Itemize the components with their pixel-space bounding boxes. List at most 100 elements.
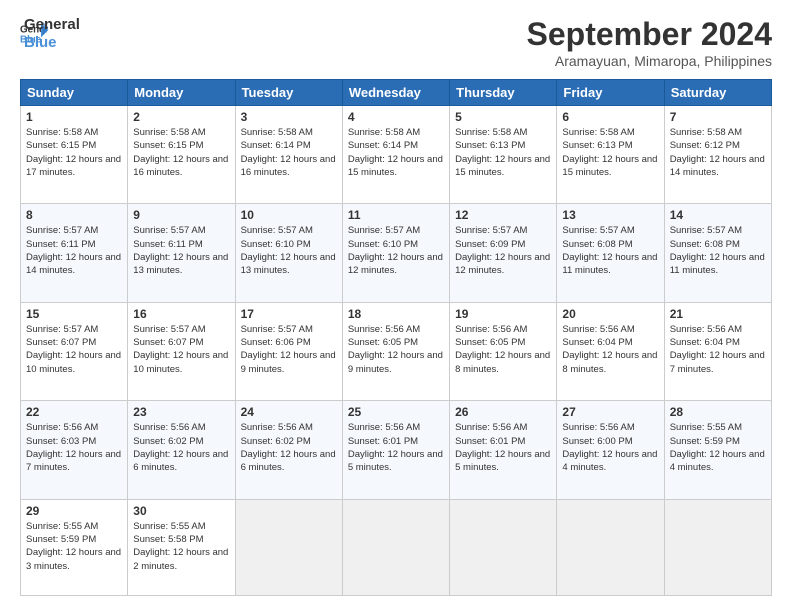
day-info: Sunrise: 5:58 AMSunset: 6:12 PMDaylight:… [670, 126, 766, 179]
calendar-cell: 16 Sunrise: 5:57 AMSunset: 6:07 PMDayligh… [128, 302, 235, 400]
calendar-cell [450, 499, 557, 595]
month-title: September 2024 [527, 16, 772, 53]
calendar-cell: 11 Sunrise: 5:57 AMSunset: 6:10 PMDayligh… [342, 204, 449, 302]
day-info: Sunrise: 5:55 AMSunset: 5:58 PMDaylight:… [133, 520, 229, 573]
calendar-cell: 3 Sunrise: 5:58 AMSunset: 6:14 PMDaylight… [235, 106, 342, 204]
day-info: Sunrise: 5:56 AMSunset: 6:02 PMDaylight:… [133, 421, 229, 474]
calendar-cell: 19 Sunrise: 5:56 AMSunset: 6:05 PMDayligh… [450, 302, 557, 400]
calendar-cell: 28 Sunrise: 5:55 AMSunset: 5:59 PMDayligh… [664, 401, 771, 499]
day-info: Sunrise: 5:56 AMSunset: 6:05 PMDaylight:… [455, 323, 551, 376]
day-number: 16 [133, 307, 229, 321]
day-info: Sunrise: 5:56 AMSunset: 6:04 PMDaylight:… [670, 323, 766, 376]
day-number: 8 [26, 208, 122, 222]
day-number: 17 [241, 307, 337, 321]
day-number: 2 [133, 110, 229, 124]
logo-blue: Blue [24, 34, 80, 52]
logo: General Blue General Blue [20, 16, 80, 52]
day-number: 19 [455, 307, 551, 321]
day-info: Sunrise: 5:58 AMSunset: 6:13 PMDaylight:… [562, 126, 658, 179]
day-number: 28 [670, 405, 766, 419]
calendar-cell: 7 Sunrise: 5:58 AMSunset: 6:12 PMDaylight… [664, 106, 771, 204]
day-number: 10 [241, 208, 337, 222]
calendar-cell: 15 Sunrise: 5:57 AMSunset: 6:07 PMDayligh… [21, 302, 128, 400]
day-number: 14 [670, 208, 766, 222]
day-number: 12 [455, 208, 551, 222]
day-info: Sunrise: 5:55 AMSunset: 5:59 PMDaylight:… [670, 421, 766, 474]
day-info: Sunrise: 5:58 AMSunset: 6:15 PMDaylight:… [26, 126, 122, 179]
day-number: 3 [241, 110, 337, 124]
calendar-cell [342, 499, 449, 595]
calendar-cell: 18 Sunrise: 5:56 AMSunset: 6:05 PMDayligh… [342, 302, 449, 400]
calendar-cell: 21Sunrise: 5:56 AMSunset: 6:04 PMDayligh… [664, 302, 771, 400]
page: General Blue General Blue September 2024… [0, 0, 792, 612]
calendar-cell: 13Sunrise: 5:57 AMSunset: 6:08 PMDayligh… [557, 204, 664, 302]
day-info: Sunrise: 5:57 AMSunset: 6:11 PMDaylight:… [133, 224, 229, 277]
day-number: 6 [562, 110, 658, 124]
day-number: 7 [670, 110, 766, 124]
day-number: 24 [241, 405, 337, 419]
calendar-cell: 30 Sunrise: 5:55 AMSunset: 5:58 PMDayligh… [128, 499, 235, 595]
calendar-cell [664, 499, 771, 595]
day-info: Sunrise: 5:56 AMSunset: 6:00 PMDaylight:… [562, 421, 658, 474]
day-info: Sunrise: 5:57 AMSunset: 6:10 PMDaylight:… [348, 224, 444, 277]
day-info: Sunrise: 5:57 AMSunset: 6:11 PMDaylight:… [26, 224, 122, 277]
calendar-cell: 27 Sunrise: 5:56 AMSunset: 6:00 PMDayligh… [557, 401, 664, 499]
day-number: 26 [455, 405, 551, 419]
day-number: 30 [133, 504, 229, 518]
day-info: Sunrise: 5:56 AMSunset: 6:01 PMDaylight:… [348, 421, 444, 474]
day-info: Sunrise: 5:57 AMSunset: 6:06 PMDaylight:… [241, 323, 337, 376]
day-number: 11 [348, 208, 444, 222]
day-number: 1 [26, 110, 122, 124]
day-info: Sunrise: 5:58 AMSunset: 6:13 PMDaylight:… [455, 126, 551, 179]
calendar-cell: 2 Sunrise: 5:58 AMSunset: 6:15 PMDaylight… [128, 106, 235, 204]
header: General Blue General Blue September 2024… [20, 16, 772, 69]
calendar-cell: 29 Sunrise: 5:55 AMSunset: 5:59 PMDayligh… [21, 499, 128, 595]
calendar-cell [557, 499, 664, 595]
calendar-cell: 22 Sunrise: 5:56 AMSunset: 6:03 PMDayligh… [21, 401, 128, 499]
day-info: Sunrise: 5:58 AMSunset: 6:14 PMDaylight:… [241, 126, 337, 179]
day-info: Sunrise: 5:57 AMSunset: 6:07 PMDaylight:… [26, 323, 122, 376]
calendar-cell: 8 Sunrise: 5:57 AMSunset: 6:11 PMDaylight… [21, 204, 128, 302]
day-info: Sunrise: 5:58 AMSunset: 6:14 PMDaylight:… [348, 126, 444, 179]
day-number: 22 [26, 405, 122, 419]
day-number: 4 [348, 110, 444, 124]
calendar-cell: 12 Sunrise: 5:57 AMSunset: 6:09 PMDayligh… [450, 204, 557, 302]
calendar-cell: 4 Sunrise: 5:58 AMSunset: 6:14 PMDaylight… [342, 106, 449, 204]
calendar-cell: 20Sunrise: 5:56 AMSunset: 6:04 PMDayligh… [557, 302, 664, 400]
day-info: Sunrise: 5:57 AMSunset: 6:07 PMDaylight:… [133, 323, 229, 376]
day-info: Sunrise: 5:57 AMSunset: 6:10 PMDaylight:… [241, 224, 337, 277]
day-number: 23 [133, 405, 229, 419]
header-saturday: Saturday [664, 80, 771, 106]
calendar-cell: 23 Sunrise: 5:56 AMSunset: 6:02 PMDayligh… [128, 401, 235, 499]
day-info: Sunrise: 5:57 AMSunset: 6:08 PMDaylight:… [670, 224, 766, 277]
day-info: Sunrise: 5:55 AMSunset: 5:59 PMDaylight:… [26, 520, 122, 573]
calendar-cell: 26 Sunrise: 5:56 AMSunset: 6:01 PMDayligh… [450, 401, 557, 499]
header-thursday: Thursday [450, 80, 557, 106]
day-info: Sunrise: 5:57 AMSunset: 6:08 PMDaylight:… [562, 224, 658, 277]
calendar-cell: 14 Sunrise: 5:57 AMSunset: 6:08 PMDayligh… [664, 204, 771, 302]
day-info: Sunrise: 5:57 AMSunset: 6:09 PMDaylight:… [455, 224, 551, 277]
day-number: 15 [26, 307, 122, 321]
day-number: 29 [26, 504, 122, 518]
logo-general: General [24, 16, 80, 34]
day-info: Sunrise: 5:56 AMSunset: 6:01 PMDaylight:… [455, 421, 551, 474]
header-sunday: Sunday [21, 80, 128, 106]
calendar-cell: 10 Sunrise: 5:57 AMSunset: 6:10 PMDayligh… [235, 204, 342, 302]
title-section: September 2024 Aramayuan, Mimaropa, Phil… [527, 16, 772, 69]
header-tuesday: Tuesday [235, 80, 342, 106]
day-number: 25 [348, 405, 444, 419]
day-info: Sunrise: 5:58 AMSunset: 6:15 PMDaylight:… [133, 126, 229, 179]
day-info: Sunrise: 5:56 AMSunset: 6:03 PMDaylight:… [26, 421, 122, 474]
day-info: Sunrise: 5:56 AMSunset: 6:05 PMDaylight:… [348, 323, 444, 376]
calendar-cell: 24 Sunrise: 5:56 AMSunset: 6:02 PMDayligh… [235, 401, 342, 499]
day-header-row: Sunday Monday Tuesday Wednesday Thursday… [21, 80, 772, 106]
location: Aramayuan, Mimaropa, Philippines [527, 53, 772, 69]
calendar-cell: 6 Sunrise: 5:58 AMSunset: 6:13 PMDaylight… [557, 106, 664, 204]
header-monday: Monday [128, 80, 235, 106]
calendar-cell: 9Sunrise: 5:57 AMSunset: 6:11 PMDaylight… [128, 204, 235, 302]
day-info: Sunrise: 5:56 AMSunset: 6:02 PMDaylight:… [241, 421, 337, 474]
day-number: 27 [562, 405, 658, 419]
day-number: 18 [348, 307, 444, 321]
calendar-cell: 25 Sunrise: 5:56 AMSunset: 6:01 PMDayligh… [342, 401, 449, 499]
header-friday: Friday [557, 80, 664, 106]
